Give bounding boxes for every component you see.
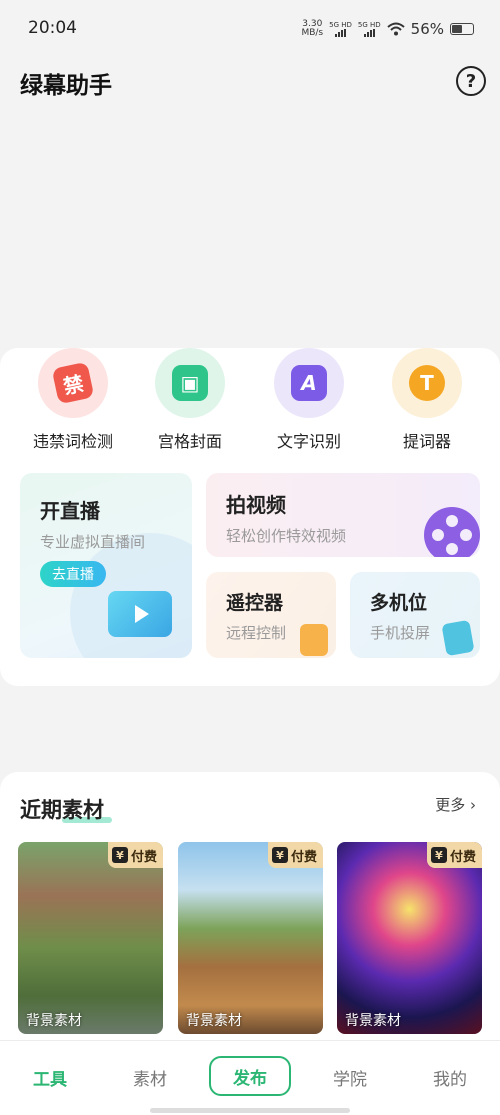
yen-icon: ¥ [271,847,288,863]
nav-tab-tools[interactable]: 工具 [0,1065,100,1090]
shoot-video-title: 拍视频 [226,493,286,517]
more-label: 更多 [435,796,466,814]
forbidden-word-glyph: 禁 [51,361,95,405]
go-live-subtitle: 专业虚拟直播间 [40,533,146,551]
yen-icon: ¥ [111,847,128,863]
multi-camera-subtitle: 手机投屏 [370,624,431,642]
play-video-icon [108,591,172,637]
text-recognition-glyph: A [291,365,327,401]
recent-materials-section: 近期素材 更多 › ¥ 付费 背景素材 ¥ 付费 背景素材 ¥ 付费 背景素材 [0,772,500,1072]
battery-icon [450,23,474,35]
bottom-navigation: 工具 素材 发布 学院 我的 [0,1040,500,1115]
nav-publish-button[interactable]: 发布 [209,1056,291,1096]
network-speed-unit: MB/s [301,28,324,38]
quick-tool-label: 违禁词检测 [32,432,113,451]
quick-tool-label: 文字识别 [276,432,341,451]
quick-tool-label: 宫格封面 [157,432,222,451]
material-label: 背景素材 [26,1013,82,1029]
status-indicators: 3.30 MB/s 5G HD 5G HD 56% [301,20,474,38]
nav-tab-academy[interactable]: 学院 [300,1065,400,1090]
forbidden-word-icon: 禁 [38,348,108,418]
material-thumbnail-balcony[interactable]: ¥ 付费 背景素材 [178,842,323,1034]
teleprompter-glyph: T [409,365,445,401]
quick-tool-grid-cover[interactable]: ▣ 宫格封面 [130,348,250,452]
go-live-card[interactable]: 开直播 专业虚拟直播间 去直播 [20,473,192,658]
page-title: 绿幕助手 [20,73,112,99]
go-live-button[interactable]: 去直播 [40,561,106,587]
image-grid-glyph: ▣ [172,365,208,401]
home-indicator[interactable] [150,1108,350,1113]
multi-camera-title: 多机位 [370,592,428,614]
teleprompter-icon: T [392,348,462,418]
quick-tool-label: 提词器 [402,432,451,451]
remote-control-card[interactable]: 遥控器 远程控制 [206,572,336,658]
remote-control-subtitle: 远程控制 [226,624,287,642]
text-recognition-icon: A [274,348,344,418]
yen-icon: ¥ [430,847,447,863]
paid-badge: ¥ 付费 [426,842,482,868]
battery-percent: 56% [410,20,444,38]
nav-tab-mine[interactable]: 我的 [400,1065,500,1090]
shoot-video-subtitle: 轻松创作特效视频 [226,527,347,545]
quick-tool-teleprompter[interactable]: T 提词器 [367,348,487,452]
screen-cast-icon [441,619,475,657]
status-bar: 20:04 3.30 MB/s 5G HD 5G HD 56% [0,0,500,58]
multi-camera-card[interactable]: 多机位 手机投屏 [350,572,480,658]
network-speed: 3.30 MB/s [301,20,323,38]
paid-badge: ¥ 付费 [107,842,163,868]
quick-tool-forbidden-words[interactable]: 禁 违禁词检测 [13,348,133,452]
paid-badge-label: 付费 [290,849,317,865]
tools-card: 禁 违禁词检测 ▣ 宫格封面 A 文字识别 T 提词器 开直播 专业虚拟直播间 … [0,348,500,686]
help-icon[interactable]: ? [456,66,486,96]
remote-control-title: 遥控器 [226,592,284,614]
status-time: 20:04 [28,18,77,38]
material-thumbnail-village[interactable]: ¥ 付费 背景素材 [18,842,163,1034]
remote-control-icon [300,624,328,656]
paid-badge-label: 付费 [449,849,476,865]
signal-icon-sim1: 5G HD [329,21,352,37]
paid-badge: ¥ 付费 [267,842,323,868]
film-reel-icon [424,507,480,557]
material-thumbnail-stage[interactable]: ¥ 付费 背景素材 [337,842,482,1034]
quick-tools: 禁 违禁词检测 ▣ 宫格封面 A 文字识别 T 提词器 [0,348,500,458]
chevron-right-icon: › [470,796,476,814]
sim2-label: 5G HD [357,21,381,29]
signal-icon-sim2: 5G HD [358,21,381,37]
sim1-label: 5G HD [329,21,352,29]
paid-badge-label: 付费 [130,849,157,865]
wifi-icon [386,22,405,36]
go-live-title: 开直播 [40,499,100,523]
material-label: 背景素材 [186,1013,242,1029]
more-link[interactable]: 更多 › [435,794,476,815]
quick-tool-text-recognition[interactable]: A 文字识别 [249,348,369,452]
nav-tab-materials[interactable]: 素材 [100,1065,200,1090]
shoot-video-card[interactable]: 拍视频 轻松创作特效视频 [206,473,480,557]
image-grid-icon: ▣ [155,348,225,418]
material-label: 背景素材 [345,1013,401,1029]
recent-materials-title: 近期素材 [20,798,104,822]
